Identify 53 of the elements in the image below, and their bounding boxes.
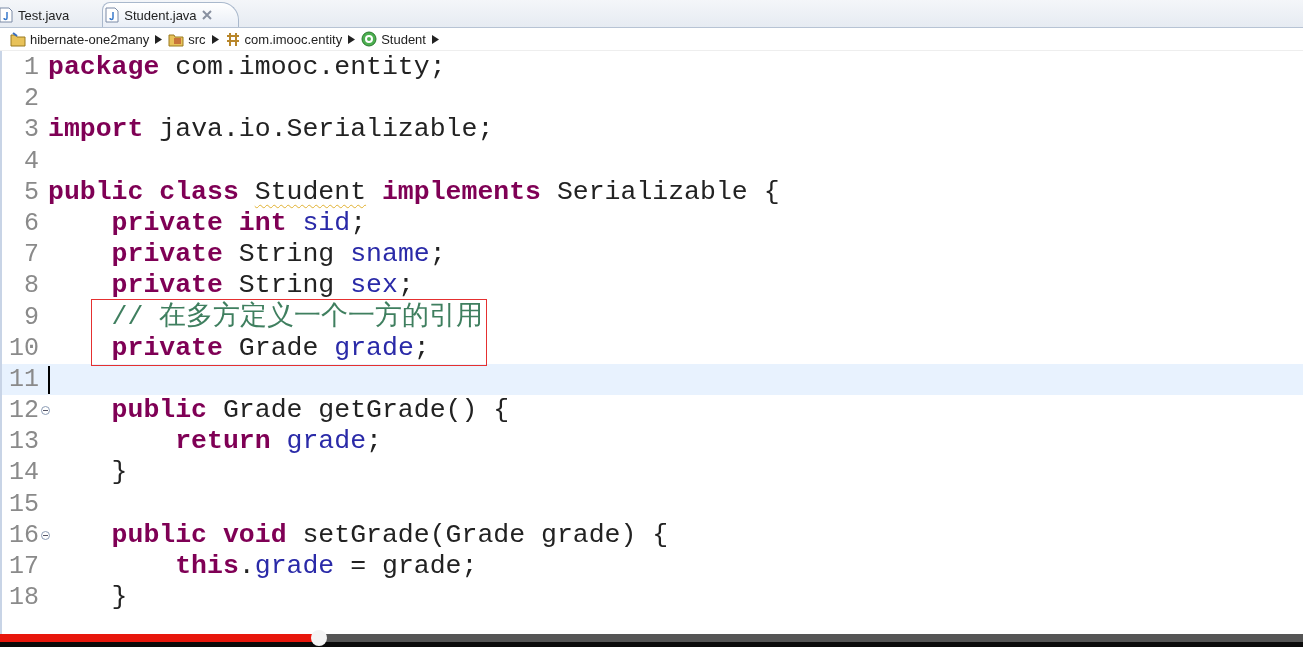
code-text: private String sname; <box>110 239 446 271</box>
code-text: public Grade getGrade() { <box>110 395 510 427</box>
editor-tab[interactable]: Test.java <box>0 2 83 27</box>
line-number: 11 <box>8 363 39 396</box>
fold-icon[interactable] <box>41 406 50 416</box>
line-number: 5 <box>23 176 39 208</box>
code-text: private Grade grade; <box>110 332 430 364</box>
chevron-icon <box>348 34 356 44</box>
editor-tab[interactable]: Student.java <box>102 2 239 27</box>
progress-handle[interactable] <box>311 630 328 646</box>
line-number: 12 <box>2 395 39 427</box>
line-number: 6 <box>23 207 39 240</box>
java-file-icon <box>0 7 13 23</box>
code-text: // 在多方定义一个一方的引用 <box>110 301 484 333</box>
line-number: 18 <box>8 582 39 614</box>
code-text: public class Student implements Serializable { <box>48 176 780 208</box>
line-number: 17 <box>8 551 39 583</box>
source-folder-icon <box>168 31 185 47</box>
code-text: private String sex; <box>110 270 414 301</box>
line-number: 4 <box>23 145 39 177</box>
line-number: 16 <box>2 519 39 551</box>
line-number: 8 <box>23 270 39 302</box>
chevron-icon <box>155 34 163 44</box>
java-file-icon <box>105 7 120 23</box>
line-number: 3 <box>23 114 39 146</box>
code-text: this.grade = grade; <box>174 551 478 583</box>
line-number: 7 <box>23 239 39 271</box>
code-text: return grade; <box>174 426 382 458</box>
line-number: 13 <box>8 426 39 458</box>
code-text: public void setGrade(Grade grade) { <box>110 519 669 551</box>
fold-icon[interactable] <box>41 530 50 540</box>
line-number: 2 <box>23 83 39 115</box>
breadcrumb-item[interactable]: Student <box>381 31 426 47</box>
code-text: import java.io.Serializable; <box>48 114 494 146</box>
code-text: package com.imooc.entity; <box>48 52 446 84</box>
code-text: } <box>110 582 128 614</box>
chevron-icon <box>211 34 219 44</box>
code-text: } <box>110 457 128 489</box>
package-icon <box>224 31 241 47</box>
line-number: 9 <box>23 301 39 333</box>
breadcrumb-item[interactable]: com.imooc.entity <box>244 31 343 47</box>
breadcrumb-item[interactable]: hibernate-one2many <box>30 31 150 47</box>
breadcrumb-item[interactable]: src <box>188 31 206 47</box>
line-number: 10 <box>8 332 39 364</box>
text-cursor <box>48 365 50 394</box>
line-number: 15 <box>8 488 39 520</box>
project-icon <box>10 31 26 47</box>
class-icon <box>361 31 378 47</box>
chevron-icon <box>431 34 439 44</box>
code-text: private int sid; <box>110 207 367 240</box>
line-number: 1 <box>23 52 39 84</box>
line-number: 14 <box>8 457 39 489</box>
close-icon[interactable] <box>201 10 212 20</box>
